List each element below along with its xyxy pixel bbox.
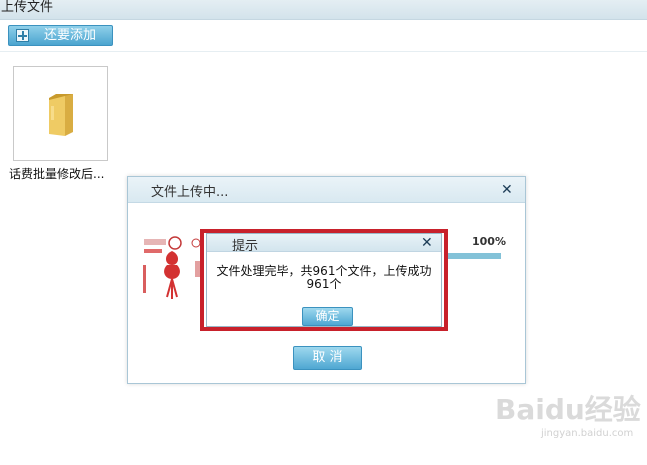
watermark-logo: Baidu经验 xyxy=(495,393,641,426)
close-icon[interactable]: ✕ xyxy=(501,183,513,197)
page-header: 上传文件 xyxy=(0,0,647,20)
upload-dialog-header: 文件上传中... ✕ xyxy=(128,177,525,203)
watermark: Baidu经验 jingyan.baidu.com xyxy=(491,388,641,458)
divider xyxy=(0,51,647,52)
progress-percent: 100% xyxy=(472,235,506,248)
watermark-url: jingyan.baidu.com xyxy=(541,428,634,439)
add-more-button[interactable]: 还要添加 xyxy=(8,25,113,46)
folder-icon xyxy=(49,94,73,136)
upload-dialog-title: 文件上传中... xyxy=(151,185,229,200)
cancel-button[interactable]: 取 消 xyxy=(293,346,362,370)
progress-bar xyxy=(446,253,501,259)
file-thumbnail[interactable] xyxy=(13,66,108,161)
file-preview-image xyxy=(143,235,201,301)
add-icon xyxy=(16,29,29,42)
page-title: 上传文件 xyxy=(1,0,54,15)
red-highlight-box xyxy=(200,229,448,331)
file-name: 话费批量修改后... xyxy=(9,167,105,181)
add-more-label: 还要添加 xyxy=(44,28,97,43)
